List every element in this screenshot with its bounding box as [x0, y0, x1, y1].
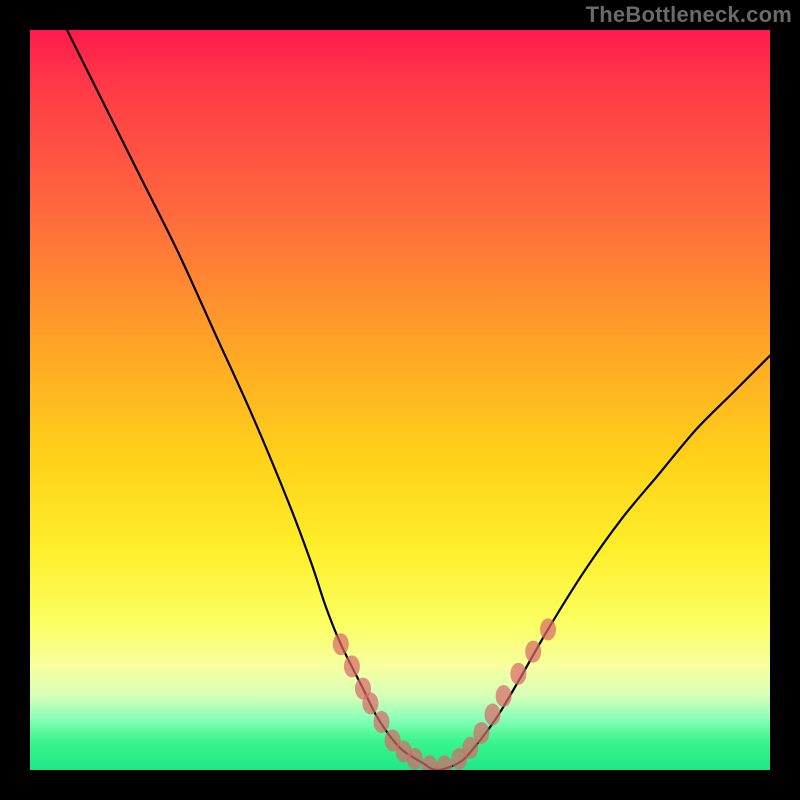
curve-marker [510, 663, 526, 685]
curve-marker [422, 755, 438, 770]
curve-marker [496, 685, 512, 707]
curve-marker [540, 618, 556, 640]
curve-marker [525, 641, 541, 663]
curve-marker [333, 633, 349, 655]
chart-svg [30, 30, 770, 770]
curve-marker [374, 711, 390, 733]
curve-marker [344, 655, 360, 677]
curve-marker [473, 722, 489, 744]
curve-marker [436, 755, 452, 770]
curve-marker [485, 704, 501, 726]
chart-plot-area [30, 30, 770, 770]
marker-group [333, 618, 556, 770]
curve-marker [407, 748, 423, 770]
bottleneck-curve [67, 30, 770, 770]
watermark-text: TheBottleneck.com [586, 2, 792, 28]
curve-marker [362, 692, 378, 714]
chart-frame: TheBottleneck.com [0, 0, 800, 800]
